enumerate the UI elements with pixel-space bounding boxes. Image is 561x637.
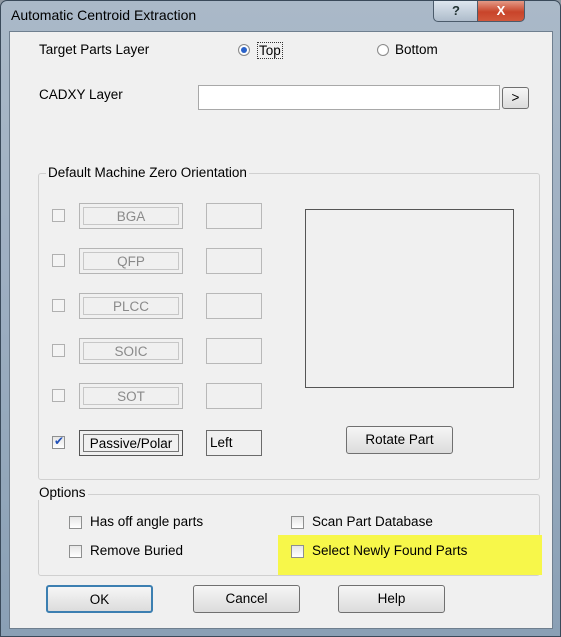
ok-button[interactable]: OK [46, 585, 153, 613]
bga-button-label: BGA [83, 207, 179, 225]
scan-part-db-checkbox[interactable] [291, 516, 304, 529]
dialog-window: Automatic Centroid Extraction ? X Target… [0, 0, 561, 637]
plcc-button[interactable]: PLCC [79, 293, 183, 319]
window-title: Automatic Centroid Extraction [11, 7, 197, 23]
plcc-value[interactable] [206, 293, 262, 319]
help-button[interactable]: Help [338, 585, 445, 613]
has-off-angle-checkbox[interactable] [69, 516, 82, 529]
passive-polar-button-label: Passive/Polar [83, 434, 179, 452]
radio-top-label[interactable]: Top [257, 42, 283, 59]
title-help-button[interactable]: ? [433, 1, 479, 22]
radio-bottom-label[interactable]: Bottom [395, 42, 438, 57]
bga-button[interactable]: BGA [79, 203, 183, 229]
qfp-button-label: QFP [83, 252, 179, 270]
remove-buried-label[interactable]: Remove Buried [90, 543, 183, 558]
plcc-button-label: PLCC [83, 297, 179, 315]
cadxy-browse-button[interactable]: > [502, 87, 529, 109]
orientation-preview [305, 209, 514, 388]
cancel-button[interactable]: Cancel [193, 585, 300, 613]
target-parts-label: Target Parts Layer [39, 42, 150, 57]
sot-button-label: SOT [83, 387, 179, 405]
soic-button-label: SOIC [83, 342, 179, 360]
remove-buried-checkbox[interactable] [69, 545, 82, 558]
select-new-parts-label[interactable]: Select Newly Found Parts [312, 543, 467, 558]
bga-value[interactable] [206, 203, 262, 229]
close-button[interactable]: X [477, 1, 525, 22]
bga-checkbox[interactable] [52, 209, 65, 222]
passive-polar-button[interactable]: Passive/Polar [79, 430, 183, 456]
cadxy-label: CADXY Layer [39, 87, 123, 102]
cadxy-input[interactable] [198, 85, 500, 110]
sot-value[interactable] [206, 383, 262, 409]
sot-button[interactable]: SOT [79, 383, 183, 409]
qfp-button[interactable]: QFP [79, 248, 183, 274]
dialog-client-area: Target Parts Layer Top Bottom CADXY Laye… [9, 31, 553, 629]
select-new-parts-checkbox[interactable] [291, 545, 304, 558]
qfp-checkbox[interactable] [52, 254, 65, 267]
soic-checkbox[interactable] [52, 344, 65, 357]
options-legend: Options [37, 485, 88, 500]
title-bar: Automatic Centroid Extraction ? X [1, 1, 560, 31]
qfp-value[interactable] [206, 248, 262, 274]
radio-top-indicator[interactable] [238, 44, 250, 56]
passive-polar-value[interactable]: Left [206, 430, 262, 456]
plcc-checkbox[interactable] [52, 299, 65, 312]
sot-checkbox[interactable] [52, 389, 65, 402]
has-off-angle-label[interactable]: Has off angle parts [90, 514, 203, 529]
scan-part-db-label[interactable]: Scan Part Database [312, 514, 433, 529]
radio-bottom-indicator[interactable] [377, 44, 389, 56]
soic-value[interactable] [206, 338, 262, 364]
machine-zero-legend: Default Machine Zero Orientation [46, 165, 249, 180]
rotate-part-button[interactable]: Rotate Part [346, 426, 453, 454]
soic-button[interactable]: SOIC [79, 338, 183, 364]
passive-polar-checkbox[interactable] [52, 434, 65, 449]
